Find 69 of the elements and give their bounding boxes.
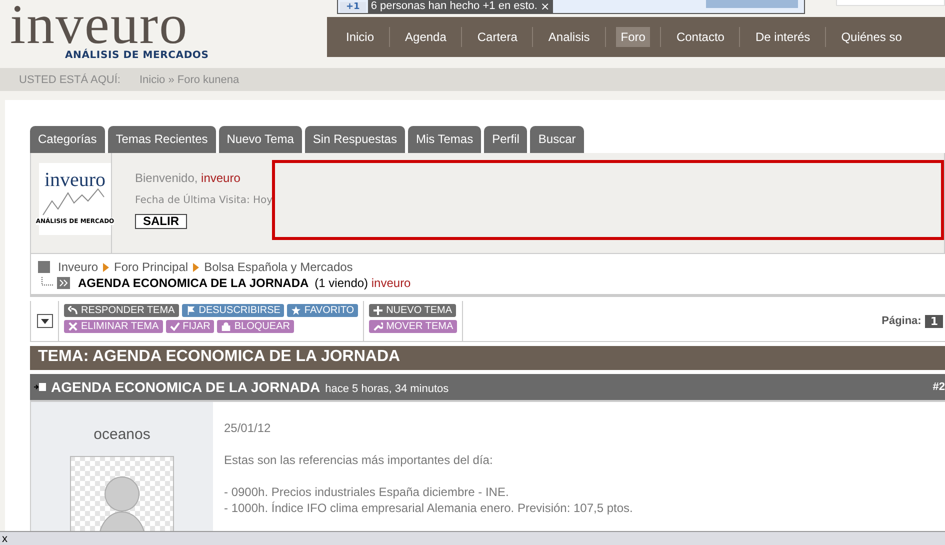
current-topic: AGENDA ECONOMICA DE LA JORNADA [78,276,309,290]
viewers-text: (1 viendo) inveuro [314,276,411,290]
current-page: 1 [925,314,943,328]
last-visit-text: Fecha de Última Visita: Hoy [135,195,272,206]
avatar-silhouette-icon [70,456,174,532]
arrow-icon [103,262,110,272]
check-icon [170,322,180,331]
reply-arrow-icon [68,306,78,315]
action-button[interactable]: NUEVO TEMA [369,304,456,317]
post-text-line: Estas son las referencias más importantes del día: [224,452,494,468]
post-text-line: - 1000h. Índice IFO clima empresarial Alemania enero. Previsión: 107,5 ptos. [224,500,633,516]
dropdown-toggle[interactable] [36,314,52,328]
forum-tab[interactable]: Perfil [484,126,528,153]
nav-link[interactable]: Inicio [341,27,380,47]
forum-tab[interactable]: Categorías [30,126,105,153]
nav-link[interactable]: De interés [750,27,816,47]
logo-name: inveuro [10,0,188,50]
welcome-text: Bienvenido, inveuro [135,171,242,185]
author-name[interactable]: oceanos [94,426,150,443]
flag-icon [186,306,196,315]
breadcrumb-link[interactable]: Bolsa Española y Mercados [204,260,353,274]
caret-icon [40,318,48,324]
avatar-logo-name: inveuro [44,169,106,191]
wrench-icon [373,322,384,331]
forum-tab[interactable]: Mis Temas [408,126,482,153]
logout-button[interactable]: SALIR [135,214,187,229]
forum-tab[interactable]: Temas Recientes [108,126,216,153]
close-button[interactable]: x [2,532,8,544]
pagination-label: Página: [882,315,922,327]
plus-icon [373,306,384,315]
action-button[interactable]: MOVER TEMA [369,320,458,333]
action-button[interactable]: ELIMINAR TEMA [64,320,163,333]
location-path: Inicio » Foro kunena [139,74,240,86]
action-button[interactable]: DESUSCRIBIRSE [182,304,284,317]
forum-tab[interactable]: Buscar [530,126,584,153]
action-button[interactable]: BLOQUEAR [217,320,294,333]
lock-icon [221,322,232,331]
nav-link[interactable]: Quiénes so [836,27,907,47]
topic-title: TEMA: AGENDA ECONOMICA DE LA JORNADA [38,348,400,365]
search-box[interactable] [836,0,945,6]
double-arrow-icon [57,277,70,289]
nav-link[interactable]: Contacto [671,27,730,47]
close-button[interactable]: × [540,0,553,13]
action-button[interactable]: RESPONDER TEMA [64,304,179,317]
logo-tagline: ANÁLISIS DE MERCADOS [65,50,210,61]
forum-tab[interactable]: Nuevo Tema [218,126,302,153]
post-number[interactable]: #2 [932,381,945,393]
cross-icon [68,322,78,331]
nav-link[interactable]: Agenda [400,27,452,47]
arrow-icon [193,262,200,272]
forum-tab[interactable]: Sin Respuestas [304,126,405,153]
post-text-line: - 0900h. Precios industriales España diciembre - INE. [224,484,510,500]
nav-link[interactable]: Foro [616,27,650,47]
nav-link[interactable]: Cartera [472,27,522,47]
action-button[interactable]: FIJAR [166,320,214,333]
star-icon [291,306,302,315]
post-marker-icon [34,382,46,392]
plus-one-badge[interactable]: +1 [340,2,366,12]
nav-link[interactable]: Analisis [543,27,595,47]
post-time: hace 5 horas, 34 minutos [325,382,449,394]
post-title: AGENDA ECONOMICA DE LA JORNADA [51,379,320,395]
share-button-background[interactable] [706,0,798,8]
square-icon [38,261,50,273]
breadcrumb-link[interactable]: Inveuro [58,260,98,274]
breadcrumb-link[interactable]: Foro Principal [114,260,188,274]
plus-one-text: 6 personas han hecho +1 en esto. [368,0,540,13]
post-date: 25/01/12 [224,420,272,436]
location-label: USTED ESTÁ AQUÍ: [19,74,120,86]
action-button[interactable]: FAVORITO [287,304,358,317]
